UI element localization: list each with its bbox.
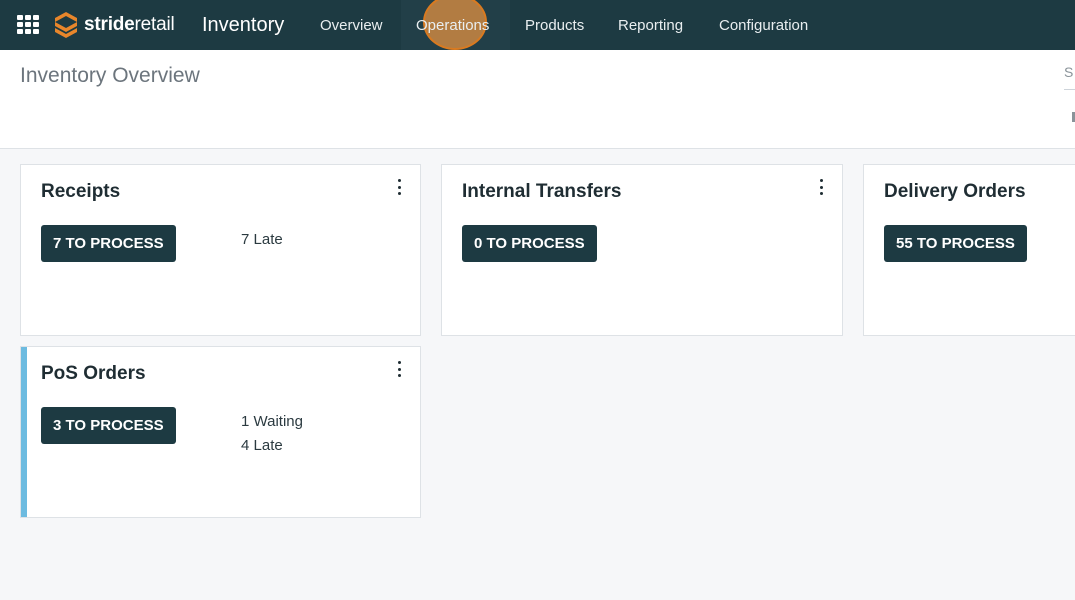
card-internal-transfers: Internal Transfers 0 TO PROCESS [441, 164, 843, 336]
stat-late[interactable]: 4 Late [241, 437, 283, 454]
menu-overview[interactable]: Overview [305, 0, 398, 50]
stride-logo-icon [55, 12, 77, 38]
card-receipts: Receipts 7 TO PROCESS 7 Late [20, 164, 421, 336]
to-process-button[interactable]: 55 TO PROCESS [884, 225, 1027, 262]
card-delivery-orders: Delivery Orders 55 TO PROCESS [863, 164, 1075, 336]
card-pos-orders: PoS Orders 3 TO PROCESS 1 Waiting 4 Late [20, 346, 421, 518]
top-navbar: strideretail Inventory Overview Operatio… [0, 0, 1075, 50]
card-title[interactable]: Internal Transfers [462, 181, 621, 203]
brand-wordmark: strideretail [84, 14, 175, 35]
menu-reporting[interactable]: Reporting [603, 0, 698, 50]
menu-products[interactable]: Products [510, 0, 599, 50]
stat-waiting[interactable]: 1 Waiting [241, 413, 303, 430]
app-title[interactable]: Inventory [202, 14, 284, 37]
to-process-button[interactable]: 0 TO PROCESS [462, 225, 597, 262]
to-process-button[interactable]: 3 TO PROCESS [41, 407, 176, 444]
search-input[interactable]: S [1064, 64, 1075, 90]
stat-late[interactable]: 7 Late [241, 231, 283, 248]
card-title[interactable]: Receipts [41, 181, 120, 203]
kebab-menu-icon[interactable] [816, 179, 826, 195]
card-title[interactable]: PoS Orders [41, 363, 146, 385]
brand-logo[interactable]: strideretail [54, 11, 175, 39]
card-title[interactable]: Delivery Orders [884, 181, 1026, 203]
kebab-menu-icon[interactable] [394, 179, 404, 195]
breadcrumb: Inventory Overview [20, 64, 200, 87]
card-accent-bar [21, 347, 27, 517]
kebab-menu-icon[interactable] [394, 361, 404, 377]
to-process-button[interactable]: 7 TO PROCESS [41, 225, 176, 262]
control-panel: Inventory Overview S [0, 50, 1075, 149]
menu-configuration[interactable]: Configuration [704, 0, 823, 50]
apps-menu-icon[interactable] [17, 15, 39, 35]
